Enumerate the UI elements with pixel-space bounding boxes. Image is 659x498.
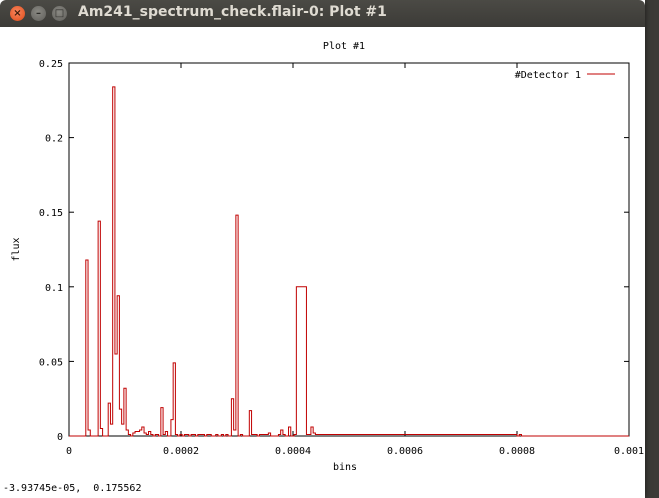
chart-title: Plot #1 [323, 41, 365, 52]
window-titlebar[interactable]: × – □ Am241_spectrum_check.flair-0: Plot… [0, 0, 645, 27]
close-icon: × [13, 8, 22, 19]
chart-svg: Plot #1 flux bins 0 0.0002 0.0004 0.0006 0.0… [11, 41, 644, 473]
axis-ticks: 0 0.0002 0.0004 0.0006 0.0008 0.001 0 0.05 0.1 0.… [39, 59, 644, 457]
window-close-button[interactable]: × [10, 6, 25, 21]
status-bar: -3.93745e-05, 0.175562 [0, 481, 645, 498]
y-tick-label: 0.2 [45, 134, 63, 145]
plot-canvas[interactable]: Plot #1 flux bins 0 0.0002 0.0004 0.0006 0.0… [0, 27, 645, 481]
cursor-coordinates: -3.93745e-05, 0.175562 [3, 483, 142, 494]
y-tick-label: 0.1 [45, 283, 63, 294]
window-maximize-button[interactable]: □ [52, 6, 67, 21]
maximize-icon: □ [54, 8, 65, 19]
x-tick-label: 0.0004 [275, 446, 311, 457]
y-tick-label: 0 [57, 432, 63, 443]
window-minimize-button[interactable]: – [31, 6, 46, 21]
y-tick-label: 0.25 [39, 59, 63, 70]
series-detector-1-line [69, 86, 629, 437]
window-title: Am241_spectrum_check.flair-0: Plot #1 [78, 4, 387, 20]
y-tick-label: 0.05 [39, 357, 63, 368]
x-tick-label: 0.0008 [499, 446, 535, 457]
x-tick-label: 0.0006 [387, 446, 423, 457]
minimize-icon: – [36, 8, 41, 19]
legend-label: #Detector 1 [515, 70, 581, 81]
plot-window: × – □ Am241_spectrum_check.flair-0: Plot… [0, 0, 645, 498]
y-axis-label: flux [11, 237, 22, 261]
plot-frame [68, 62, 630, 437]
x-tick-label: 0.0002 [163, 446, 199, 457]
y-tick-label: 0.15 [39, 208, 63, 219]
x-tick-label: 0.001 [614, 446, 644, 457]
x-axis-label: bins [333, 462, 357, 473]
x-tick-label: 0 [66, 446, 72, 457]
